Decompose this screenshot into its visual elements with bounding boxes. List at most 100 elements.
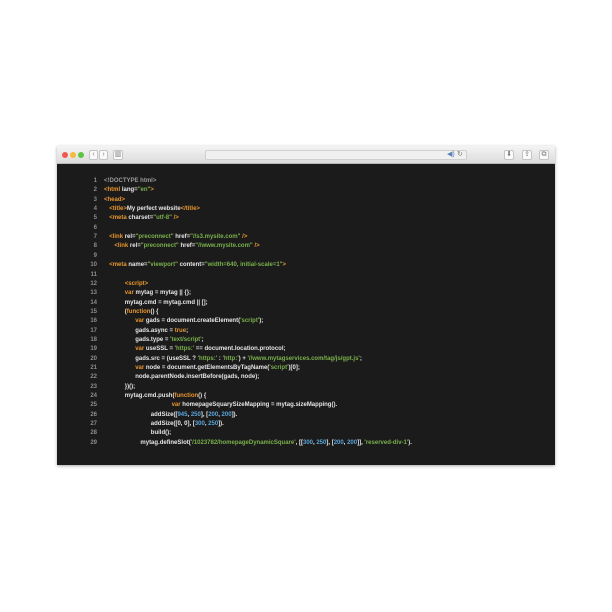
tabs-icon[interactable]: ⧉	[539, 150, 549, 160]
code-token: node = document.getElementsByTagName(	[145, 365, 270, 371]
code-line: 13 var mytag = mytag || {};	[57, 289, 555, 298]
code-token: 'reserved-div-1'	[364, 439, 409, 446]
line-number: 25	[90, 402, 97, 409]
sidebar-icon[interactable]: ▥	[113, 150, 123, 160]
code-token: "//s3.mysite.com"	[190, 234, 241, 241]
line-number: 14	[90, 299, 97, 306]
download-icon[interactable]: ⬇	[504, 150, 514, 160]
line-number: 27	[90, 421, 97, 428]
code-text: build();	[151, 429, 171, 438]
code-token: 'http:'	[222, 355, 239, 362]
line-number: 11	[90, 271, 97, 278]
line-number: 22	[90, 374, 97, 381]
code-line: 26 addSize([945, 250], [200, 200]).	[57, 411, 555, 420]
share-icon[interactable]: ⇪	[522, 150, 532, 160]
code-text: gads.type = 'text/script';	[135, 336, 203, 345]
code-token: node.parentNode.insertBefore(gads, node)…	[135, 374, 260, 381]
line-number: 8	[93, 243, 97, 250]
code-token: build();	[150, 430, 172, 437]
line-number: 7	[93, 234, 97, 241]
line-number: 29	[90, 439, 97, 446]
browser-window: ‹ › ▥ ◀) ↻ ⬇ ⇪ ⧉ 1 <!DOCTYPE html> 2 <html …	[57, 146, 555, 465]
code-text: gads.src = (useSSL ? 'https:' : 'http:')…	[135, 355, 362, 364]
code-line: 12 <script>	[57, 280, 555, 289]
code-line: 6	[57, 224, 555, 233]
code-token: 'script'	[269, 365, 289, 371]
code-text: var homepageSquarySizeMapping = mytag.si…	[172, 401, 338, 410]
address-bar[interactable]: ◀) ↻	[205, 150, 467, 160]
code-text: addSize([0, 0], [300, 250]).	[151, 420, 224, 429]
code-token: useSSL =	[145, 346, 175, 353]
code-token: ;	[186, 327, 189, 334]
code-token: var	[135, 318, 146, 325]
code-token: () {	[198, 393, 207, 400]
code-text: mytag.cmd = mytag.cmd || [];	[125, 299, 208, 308]
code-line: 27 addSize([0, 0], [300, 250]).	[57, 420, 555, 429]
code-text: var mytag = mytag || {};	[125, 289, 191, 298]
code-text: <!DOCTYPE html>	[104, 177, 156, 186]
line-number: 10	[90, 262, 97, 269]
code-token: 200	[333, 439, 344, 446]
code-token: >	[150, 187, 154, 194]
code-token: ) +	[238, 355, 248, 362]
code-token: addSize([0, 0], [	[150, 421, 195, 428]
code-token: 300	[194, 421, 205, 428]
code-token: , [[	[295, 439, 303, 446]
code-token: name=	[128, 262, 148, 269]
audio-icon[interactable]: ◀)	[447, 151, 455, 159]
code-line: 14 mytag.cmd = mytag.cmd || [];	[57, 299, 555, 308]
code-line: 3 <head>	[57, 196, 555, 205]
code-token: href=	[178, 243, 196, 250]
code-text: <meta name="viewport" content="width=640…	[109, 261, 286, 270]
line-number: 13	[90, 290, 97, 297]
line-number: 12	[90, 280, 97, 287]
code-token: == document.location.protocol;	[194, 346, 286, 353]
code-editor[interactable]: 1 <!DOCTYPE html> 2 <html lang="en"> 3 <head>…	[57, 164, 555, 465]
code-text: <head>	[104, 196, 125, 205]
code-text: (function() {	[125, 308, 159, 317]
code-line: 28 build();	[57, 429, 555, 438]
code-text: <meta charset="utf-8" />	[109, 214, 179, 223]
code-token: 'text/script'	[170, 336, 202, 343]
browser-toolbar: ‹ › ▥ ◀) ↻ ⬇ ⇪ ⧉	[57, 146, 555, 164]
code-token: () {	[150, 308, 159, 315]
code-token: </title>	[180, 206, 200, 213]
code-token: 250	[208, 421, 219, 428]
code-text: })();	[125, 383, 135, 392]
close-window-button[interactable]	[62, 152, 68, 158]
code-token: var	[124, 290, 136, 297]
back-button[interactable]: ‹	[89, 150, 98, 160]
code-text: mytag.cmd.push(function() {	[125, 392, 206, 401]
code-token: ;	[201, 336, 204, 343]
code-line: 11	[57, 271, 555, 280]
code-line: 10 <meta name="viewport" content="width=6…	[57, 261, 555, 270]
code-token: "preconnect"	[140, 243, 179, 250]
code-token: <meta	[109, 262, 129, 269]
code-text: addSize([945, 250], [200, 200]).	[151, 411, 237, 420]
code-token: addSize([	[150, 411, 178, 418]
code-text: <link rel="preconnect" href="//s3.mysite…	[109, 233, 247, 242]
reload-icon[interactable]: ↻	[457, 151, 463, 159]
code-line: 19 var useSSL = 'https:' == document.loca…	[57, 345, 555, 354]
code-text: node.parentNode.insertBefore(gads, node)…	[135, 373, 259, 382]
code-token: gads.src = (useSSL ?	[135, 355, 198, 362]
line-number: 26	[90, 411, 97, 418]
code-token: <head>	[104, 196, 126, 203]
code-line: 4 <title>My perfect website</title>	[57, 205, 555, 214]
code-line: 7 <link rel="preconnect" href="//s3.mysit…	[57, 233, 555, 242]
line-number: 28	[90, 430, 97, 437]
code-token: charset=	[128, 215, 154, 222]
maximize-window-button[interactable]	[78, 152, 84, 158]
code-token: 'script'	[240, 318, 260, 325]
code-token: ]).	[218, 421, 224, 428]
code-token: />	[171, 215, 179, 222]
code-token: mytag.cmd = mytag.cmd || [];	[124, 299, 208, 306]
code-token: true	[174, 327, 187, 334]
code-line: 25 var homepageSquarySizeMapping = mytag.…	[57, 401, 555, 410]
code-token: 250	[316, 439, 327, 446]
code-line: 24 mytag.cmd.push(function() {	[57, 392, 555, 401]
forward-button[interactable]: ›	[99, 150, 108, 160]
minimize-window-button[interactable]	[70, 152, 76, 158]
code-text: var gads = document.createElement('scrip…	[135, 317, 263, 326]
code-token: homepageSquarySizeMapping = mytag.sizeMa…	[182, 402, 338, 409]
